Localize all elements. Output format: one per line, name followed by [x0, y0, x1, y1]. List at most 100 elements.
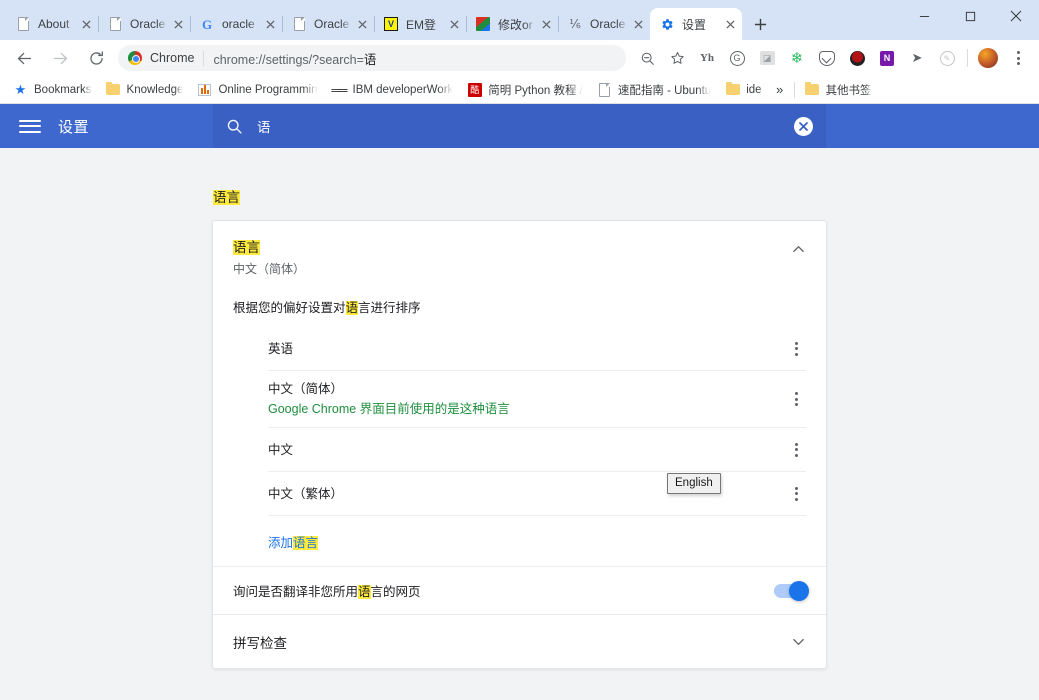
google-icon: G	[201, 16, 213, 32]
gear-icon	[659, 16, 675, 32]
tab-close-icon[interactable]	[538, 16, 554, 32]
star-icon: ★	[14, 81, 27, 97]
bookmark-label: ide	[746, 83, 762, 96]
search-icon	[226, 118, 243, 135]
tab-close-icon[interactable]	[354, 16, 370, 32]
bookmark-other-bookmarks[interactable]: 其他书签	[798, 79, 879, 101]
opera-icon[interactable]	[844, 45, 870, 71]
tab-close-icon[interactable]	[78, 16, 94, 32]
faded-circle-icon[interactable]: ✎	[934, 45, 960, 71]
settings-header: 设置	[0, 104, 1039, 148]
add-language-link[interactable]: 添加语言	[268, 516, 806, 566]
bookmarks-divider	[793, 81, 795, 98]
sort-desc-before: 根据您的偏好设置对	[233, 301, 346, 315]
tab-label: Oracle	[590, 17, 626, 31]
bookmark-label: Online Programmin	[218, 83, 318, 96]
list-item[interactable]: 中文	[268, 428, 806, 472]
tab-oracle-search[interactable]: G oracle	[190, 8, 283, 40]
chrome-menu-icon[interactable]	[1005, 45, 1031, 71]
modify-icon	[475, 16, 491, 32]
forward-button[interactable]	[46, 44, 74, 72]
translate-toggle[interactable]	[774, 580, 809, 601]
more-options-icon[interactable]	[784, 337, 808, 361]
tab-strip: About Oracle G oracle Oracle V EM登 修改or …	[0, 0, 1039, 40]
clear-search-icon[interactable]	[794, 116, 813, 136]
gray-extension-icon[interactable]: ◪	[754, 45, 780, 71]
browser-window: About Oracle G oracle Oracle V EM登 修改or …	[0, 0, 1039, 700]
section-title-highlight: 语言	[213, 190, 240, 205]
tab-label: Oracle	[314, 17, 350, 31]
translate-prompt-label: 询问是否翻译非您所用语言的网页	[233, 581, 774, 600]
url-prefix: chrome://settings/?search=	[213, 52, 364, 67]
maximize-button[interactable]	[947, 0, 993, 32]
address-bar[interactable]: Chrome chrome://settings/?search=语	[118, 45, 626, 71]
list-item[interactable]: 中文（繁体）	[268, 472, 806, 516]
tab-oracle-3[interactable]: ⅙ Oracle	[558, 8, 650, 40]
more-options-icon[interactable]	[784, 387, 808, 411]
bookmark-ibm-developerworks[interactable]: ══ IBM developerWork	[325, 79, 461, 101]
zoom-out-icon[interactable]	[634, 45, 660, 71]
new-tab-button[interactable]	[746, 10, 774, 38]
languages-card-header[interactable]: 语言 中文（简体）	[213, 221, 826, 293]
folder-icon	[725, 81, 740, 97]
chevron-up-icon[interactable]	[787, 238, 809, 260]
translate-prompt-row[interactable]: 询问是否翻译非您所用语言的网页	[213, 566, 826, 614]
bookmark-star-icon[interactable]	[664, 45, 690, 71]
language-name: 英语	[268, 341, 294, 356]
more-options-icon[interactable]	[784, 438, 808, 462]
cursor-icon[interactable]: ➤	[904, 45, 930, 71]
sort-description: 根据您的偏好设置对语言进行排序	[213, 299, 826, 317]
tab-close-icon[interactable]	[262, 16, 278, 32]
oracle-a-icon: ⅙	[569, 17, 581, 31]
tab-modify-oracle[interactable]: 修改or	[466, 8, 559, 40]
bookmark-ide[interactable]: ide	[718, 79, 768, 101]
hamburger-icon[interactable]	[19, 115, 41, 137]
url-query: 语	[363, 52, 377, 67]
card-title: 语言	[233, 239, 787, 257]
avatar[interactable]	[978, 48, 998, 68]
tab-close-icon[interactable]	[630, 16, 646, 32]
tab-oracle-2[interactable]: Oracle	[282, 8, 375, 40]
settings-search-box[interactable]	[213, 104, 826, 148]
more-options-icon[interactable]	[784, 482, 808, 506]
bookmark-python-tutorial[interactable]: 酷 简明 Python 教程 /	[460, 79, 590, 101]
close-button[interactable]	[993, 0, 1039, 32]
doc-icon	[15, 16, 31, 32]
minimize-button[interactable]	[901, 0, 947, 32]
bookmark-bookmarks[interactable]: ★ Bookmarks	[6, 79, 99, 101]
reload-button[interactable]	[82, 44, 110, 72]
tab-close-icon[interactable]	[722, 16, 738, 32]
page-title: 设置	[58, 118, 90, 136]
tab-oracle-1[interactable]: Oracle	[98, 8, 191, 40]
evernote-icon[interactable]: ❄	[784, 45, 810, 71]
tab-close-icon[interactable]	[446, 16, 462, 32]
bookmark-label: 简明 Python 教程 /	[488, 84, 583, 97]
tab-settings[interactable]: 设置	[650, 8, 742, 40]
pocket-icon[interactable]	[814, 45, 840, 71]
card-subtitle: 中文（简体）	[233, 262, 306, 276]
window-controls	[901, 0, 1039, 32]
yh-extension-icon[interactable]: Yh	[694, 45, 720, 71]
grammarly-icon[interactable]: G	[724, 45, 750, 71]
tab-close-icon[interactable]	[170, 16, 186, 32]
bookmark-label: IBM developerWork	[352, 83, 454, 96]
tab-em-login[interactable]: V EM登	[374, 8, 467, 40]
chevron-down-icon[interactable]	[787, 630, 809, 652]
back-button[interactable]	[10, 44, 38, 72]
bookmark-online-programming[interactable]: Online Programmin	[190, 79, 324, 101]
translate-label-after: 言的网页	[370, 585, 421, 599]
folder-icon	[805, 81, 820, 97]
tab-about[interactable]: About	[6, 8, 99, 40]
tab-label: 设置	[682, 17, 707, 32]
list-item[interactable]: 中文（简体） Google Chrome 界面目前使用的是这种语言	[268, 371, 806, 428]
bookmarks-overflow-button[interactable]: »	[769, 79, 791, 101]
list-item[interactable]: 英语	[268, 327, 806, 371]
bookmark-label: Bookmarks	[34, 83, 92, 96]
spellcheck-row[interactable]: 拼写检查	[213, 614, 826, 668]
bookmark-ubuntu-guide[interactable]: 速配指南 - Ubuntu	[590, 79, 718, 101]
toggle-knob	[789, 580, 809, 601]
bookmark-knowledge[interactable]: Knowledge	[99, 79, 191, 101]
search-input[interactable]	[243, 118, 794, 134]
onenote-icon[interactable]: N	[874, 45, 900, 71]
language-text: 中文	[268, 432, 784, 468]
